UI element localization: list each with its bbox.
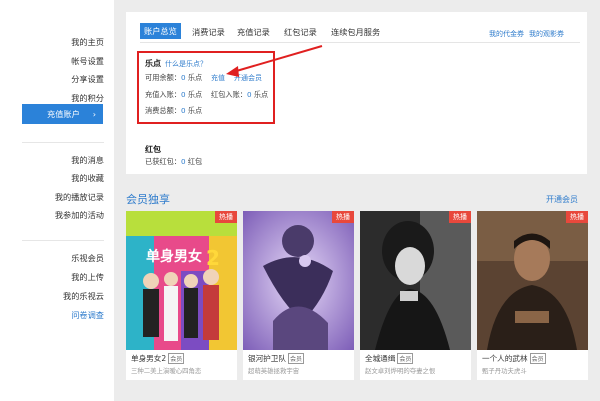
poster-card[interactable]: 单身男女 2 热播 单身男女2 会员 三种二美上演暧心四角恋 [126,211,237,380]
member-badge: 会员 [529,353,546,364]
poster-subtitle: 赵文卓刘烨明的夺妻之恨 [365,367,436,375]
member-badge: 会员 [287,353,304,364]
poster-image[interactable] [477,211,588,350]
member-badge: 会员 [168,353,185,364]
poster-title-text[interactable]: 全城通缉 [365,354,395,363]
poster-title: 银河护卫队 会员 [248,353,304,364]
poster-title-text[interactable]: 单身男女2 [131,354,166,363]
poster-card[interactable]: 热播 一个人的武林 会员 甄子丹功夫虎斗 [477,211,588,380]
poster-image[interactable] [243,211,354,350]
poster-subtitle: 三种二美上演暧心四角恋 [131,367,202,375]
hot-badge: 热播 [566,211,588,223]
svg-text:2: 2 [206,246,220,270]
hot-badge: 热播 [215,211,237,223]
poster-title: 全城通缉 会员 [365,353,414,364]
hongbao-got-value: 0 [180,157,186,166]
hot-badge: 热播 [449,211,471,223]
poster-title-text[interactable]: 银河护卫队 [248,354,286,363]
poster-subtitle: 甄子丹功夫虎斗 [482,367,527,375]
poster-image[interactable] [360,211,471,350]
poster-card[interactable]: 热播 全城通缉 会员 赵文卓刘烨明的夺妻之恨 [360,211,471,380]
svg-text:单身男女: 单身男女 [146,248,202,265]
hot-badge: 热播 [332,211,354,223]
hongbao-got-label: 已获红包： [145,157,181,166]
hongbao-unit: 红包 [187,157,203,166]
poster-title-text[interactable]: 一个人的武林 [482,354,528,363]
poster-image[interactable]: 单身男女 2 [126,211,237,350]
hongbao-title: 红包 [145,145,161,154]
member-badge: 会员 [397,353,414,364]
poster-title: 单身男女2 会员 [131,353,185,364]
poster-card[interactable]: 热播 银河护卫队 会员 超萌英雄拯救宇宙 [243,211,354,380]
vip-section-title: 会员独享 [126,193,170,206]
open-vip-link-top[interactable]: 开通会员 [546,194,578,205]
hongbao-got-row: 已获红包：0 红包 [145,157,202,167]
poster-subtitle: 超萌英雄拯救宇宙 [248,367,300,375]
poster-title: 一个人的武林 会员 [482,353,546,364]
